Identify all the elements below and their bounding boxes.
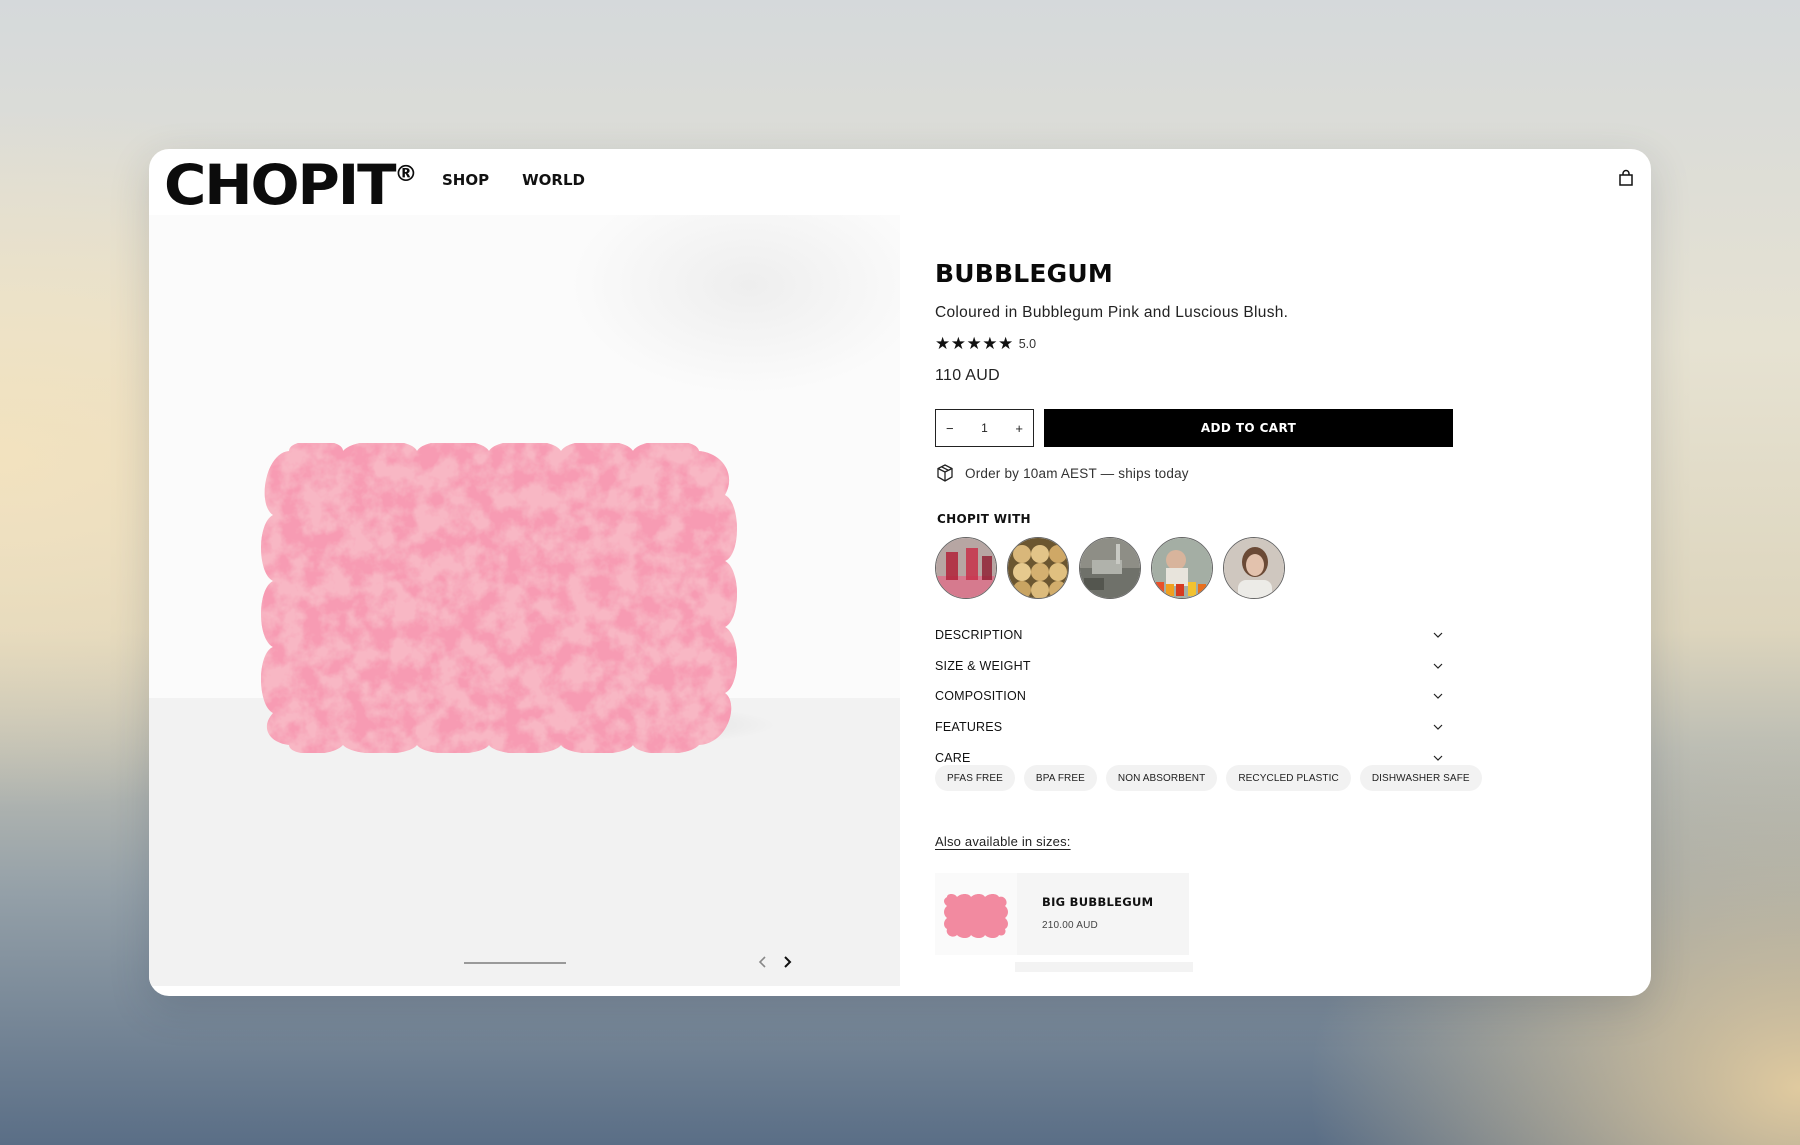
thumbnail-person-juices[interactable]	[1151, 537, 1213, 599]
tag-recycled-plastic: RECYCLED PLASTIC	[1226, 765, 1351, 791]
qty-minus-button[interactable]: −	[946, 421, 954, 436]
size-option-name: BIG BUBBLEGUM	[1042, 895, 1154, 909]
size-option-price: 210.00 AUD	[1042, 920, 1098, 931]
chevron-down-icon	[1433, 663, 1443, 669]
main-nav: SHOP WORLD	[442, 171, 585, 189]
chopit-with-thumbnails	[935, 537, 1285, 599]
product-subtitle: Coloured in Bubblegum Pink and Luscious …	[935, 304, 1289, 321]
chevron-down-icon	[1433, 694, 1443, 700]
accordion-size-weight[interactable]: SIZE & WEIGHT	[935, 651, 1443, 682]
accordion-description[interactable]: DESCRIPTION	[935, 620, 1443, 651]
chevron-down-icon	[1433, 724, 1443, 730]
chevron-left-icon[interactable]	[753, 952, 773, 972]
browser-window: CHOPIT® SHOP WORLD BUBBLEGUM Coloured in…	[149, 149, 1651, 996]
chevron-right-icon[interactable]	[777, 952, 797, 972]
nav-shop[interactable]: SHOP	[442, 171, 489, 189]
accordion-features[interactable]: FEATURES	[935, 712, 1443, 743]
rating-score: 5.0	[1018, 337, 1037, 351]
chopit-logo[interactable]: CHOPIT®	[164, 153, 418, 217]
qty-value[interactable]: 1	[981, 421, 988, 435]
chevron-down-icon	[1433, 632, 1443, 639]
also-available-heading[interactable]: Also available in sizes:	[935, 834, 1071, 849]
shipping-note: Order by 10am AEST — ships today	[935, 463, 1189, 483]
size-option-card[interactable]: BIG BUBBLEGUM 210.00 AUD	[935, 873, 1189, 955]
qty-plus-button[interactable]: +	[1015, 421, 1023, 436]
tag-non-absorbent: NON ABSORBENT	[1105, 765, 1218, 791]
thumbnail-person-portrait[interactable]	[1223, 537, 1285, 599]
nav-world[interactable]: WORLD	[522, 171, 585, 189]
shipping-text: Order by 10am AEST — ships today	[965, 465, 1189, 481]
accordion-label: FEATURES	[935, 720, 1003, 735]
chopit-with-heading: CHOPIT WITH	[937, 512, 1031, 526]
shopping-bag-icon[interactable]	[1617, 169, 1635, 187]
thumbnail-kitchen[interactable]	[1079, 537, 1141, 599]
product-accordion: DESCRIPTION SIZE & WEIGHT COMPOSITION FE…	[935, 620, 1443, 773]
thumbnail-drinks[interactable]	[935, 537, 997, 599]
product-gallery	[149, 215, 900, 986]
background-blur	[569, 215, 900, 395]
product-image-board	[261, 443, 737, 753]
accordion-label: CARE	[935, 750, 971, 765]
thumbnail-pastries[interactable]	[1007, 537, 1069, 599]
gallery-progress-bar	[464, 962, 566, 964]
add-to-cart-button[interactable]: ADD TO CART	[1044, 409, 1453, 447]
star-icons: ★★★★★	[935, 334, 1014, 353]
tag-bpa-free: BPA FREE	[1023, 765, 1097, 791]
size-option-image	[935, 873, 1017, 955]
quantity-stepper: − 1 +	[935, 409, 1034, 447]
feature-tags: PFAS FREE BPA FREE NON ABSORBENT RECYCLE…	[935, 765, 1482, 791]
product-price: 110 AUD	[935, 367, 1000, 384]
product-rating[interactable]: ★★★★★ 5.0	[935, 334, 1036, 354]
package-box-icon	[937, 464, 953, 482]
accordion-composition[interactable]: COMPOSITION	[935, 681, 1443, 712]
accordion-label: DESCRIPTION	[935, 628, 1023, 643]
accordion-label: COMPOSITION	[935, 689, 1027, 704]
chevron-down-icon	[1433, 755, 1443, 761]
site-header: CHOPIT® SHOP WORLD	[149, 149, 1651, 217]
product-title: BUBBLEGUM	[935, 259, 1113, 288]
accordion-label: SIZE & WEIGHT	[935, 658, 1031, 673]
tag-pfas-free: PFAS FREE	[935, 765, 1015, 791]
size-option-card-partial[interactable]	[1015, 962, 1193, 972]
tag-dishwasher-safe: DISHWASHER SAFE	[1359, 765, 1482, 791]
